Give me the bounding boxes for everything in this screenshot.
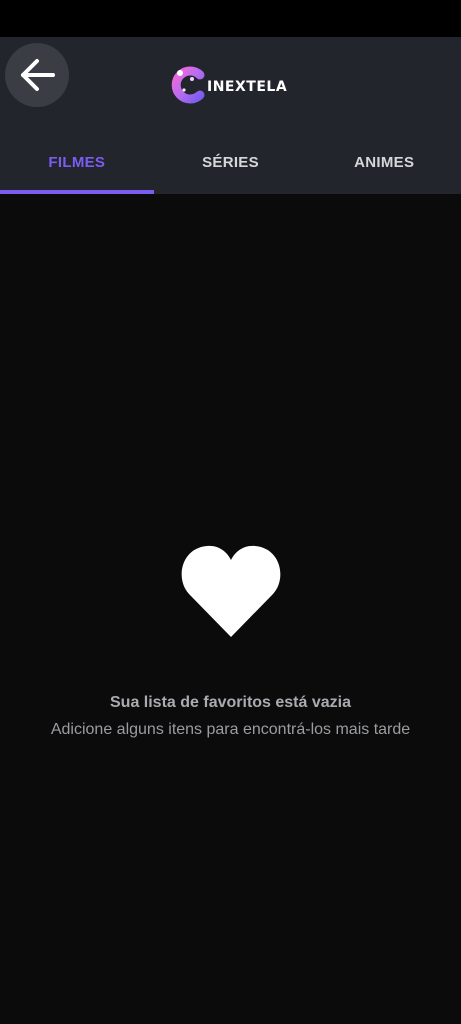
favorites-content: Sua lista de favoritos está vazia Adicio… bbox=[0, 194, 461, 1024]
tab-series[interactable]: SÉRIES bbox=[154, 130, 308, 194]
tab-filmes[interactable]: FILMES bbox=[0, 130, 154, 194]
cinextela-logo-c-icon bbox=[171, 66, 205, 104]
back-button[interactable] bbox=[5, 43, 69, 107]
logo-text: INEXTELA bbox=[207, 79, 288, 95]
app-logo: INEXTELA bbox=[170, 65, 287, 105]
tab-label: FILMES bbox=[48, 153, 106, 171]
tab-animes[interactable]: ANIMES bbox=[307, 130, 461, 194]
tab-label: ANIMES bbox=[354, 153, 415, 171]
app-bar: INEXTELA FILMES SÉRIES ANIMES bbox=[0, 37, 461, 194]
empty-state: Sua lista de favoritos está vazia Adicio… bbox=[0, 544, 461, 740]
arrow-left-icon bbox=[21, 59, 55, 91]
tab-label: SÉRIES bbox=[202, 153, 259, 171]
status-bar bbox=[0, 0, 461, 37]
heart-icon bbox=[181, 545, 280, 637]
empty-state-title: Sua lista de favoritos está vazia bbox=[110, 694, 351, 711]
tab-bar: FILMES SÉRIES ANIMES bbox=[0, 130, 461, 194]
empty-state-subtitle: Adicione alguns itens para encontrá-los … bbox=[50, 721, 411, 738]
